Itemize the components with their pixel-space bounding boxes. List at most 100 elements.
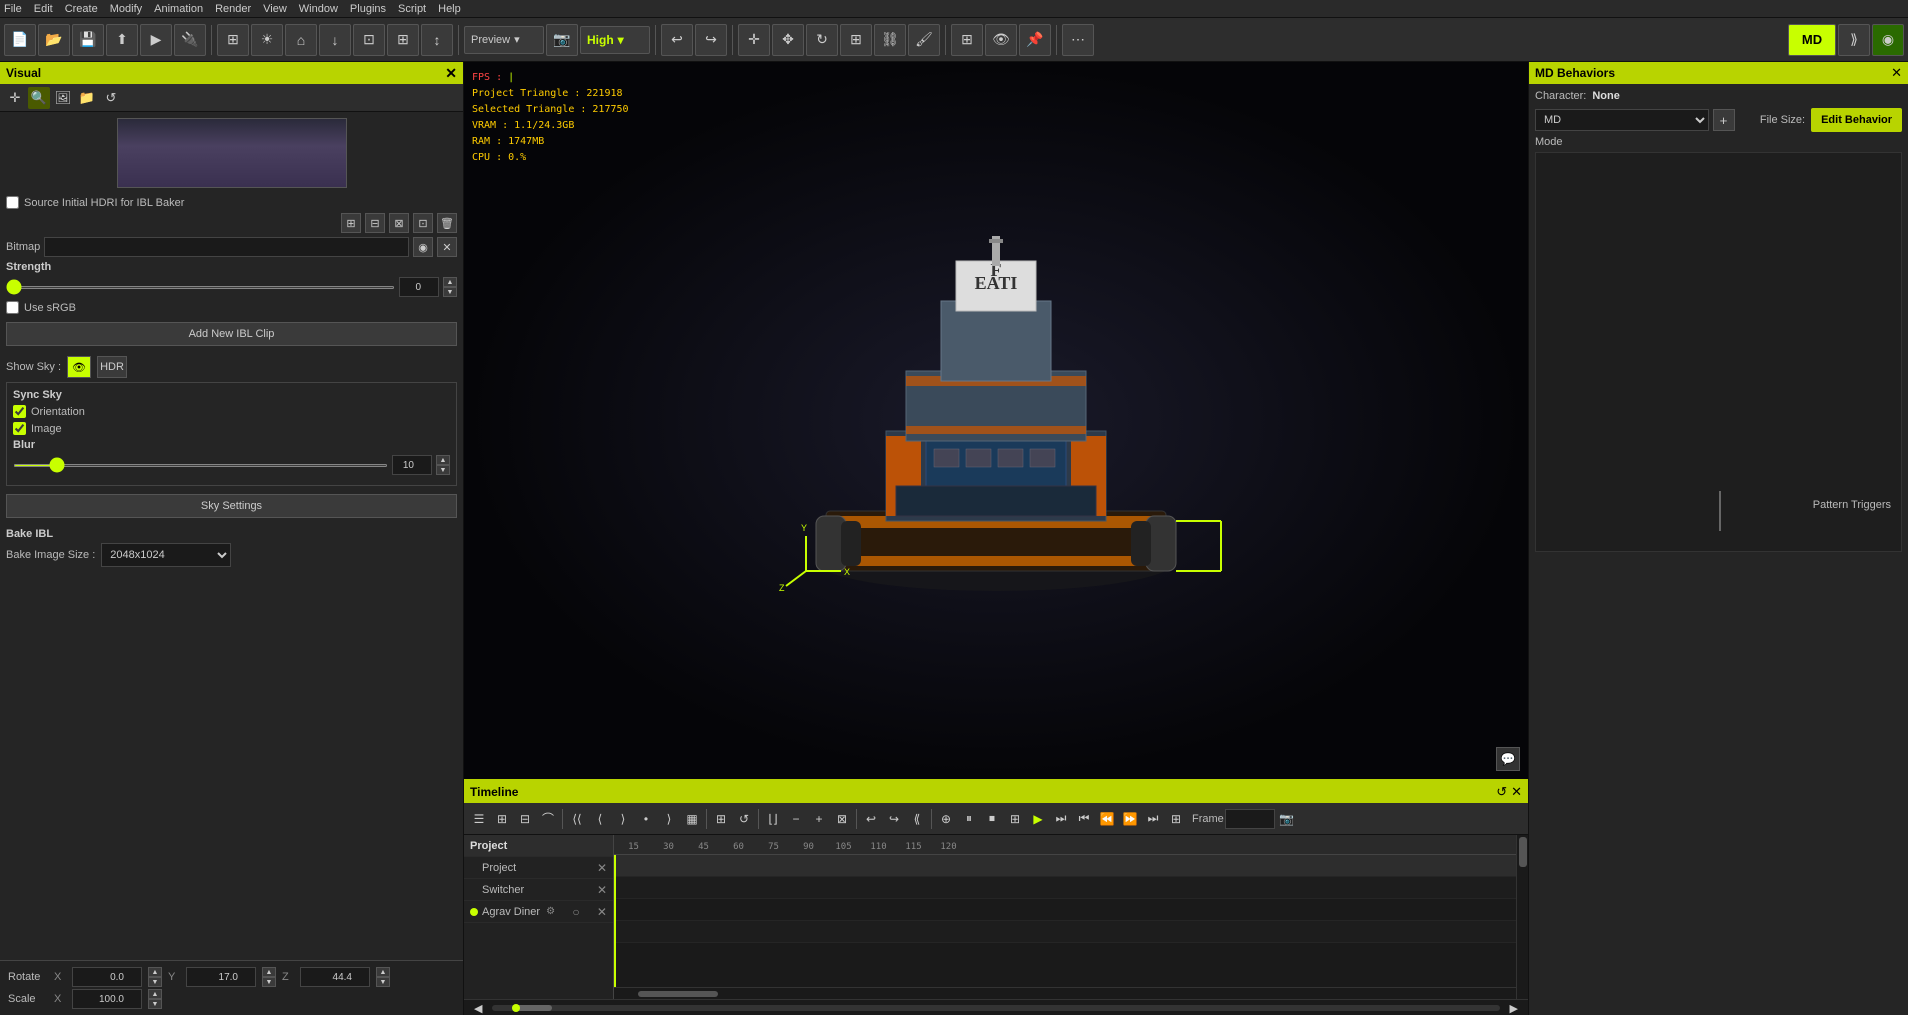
icon-btn-3[interactable]: ⊠	[389, 213, 409, 233]
strength-down[interactable]: ▼	[443, 287, 457, 297]
tl-add-key-btn[interactable]: ⟩	[612, 807, 634, 831]
tl-last-btn[interactable]: ⏭	[1142, 807, 1164, 831]
tl-redo-wave-btn[interactable]: ↪	[883, 807, 905, 831]
rotate-x-down[interactable]: ▼	[148, 977, 162, 987]
tl-dot-btn[interactable]: •	[635, 807, 657, 831]
menu-edit[interactable]: Edit	[34, 3, 53, 15]
tl-frame-in-btn[interactable]: ⌊⌋	[762, 807, 784, 831]
tl-rec2-btn[interactable]: ⊞	[1004, 807, 1026, 831]
tl-key-left-btn[interactable]: ⟨⟨	[566, 807, 588, 831]
tl-toggle-btn[interactable]: ☰	[468, 807, 490, 831]
undo-button[interactable]: ↩	[661, 24, 693, 56]
frame-button[interactable]: ⊡	[353, 24, 385, 56]
agrav-track-x1[interactable]: ○	[572, 905, 579, 919]
rotate-z-down[interactable]: ▼	[376, 977, 390, 987]
menu-window[interactable]: Window	[299, 3, 338, 15]
viewport[interactable]: EATI F X Y Z	[464, 62, 1528, 779]
tl-zoom-in-btn[interactable]: ⊕	[935, 807, 957, 831]
edit-behavior-btn[interactable]: Edit Behavior	[1811, 108, 1902, 132]
rotate-x-input[interactable]: 0.0	[72, 967, 142, 987]
project-track-close[interactable]: ✕	[597, 861, 607, 875]
preview-dropdown[interactable]: Preview ▾	[464, 26, 544, 54]
rotate-y-up[interactable]: ▲	[262, 967, 276, 977]
sun-button[interactable]: ☀	[251, 24, 283, 56]
menu-script[interactable]: Script	[398, 3, 426, 15]
import-button[interactable]: ⬆	[106, 24, 138, 56]
timeline-scrollbar[interactable]	[614, 987, 1516, 999]
rotate-tool-button[interactable]: ↻	[806, 24, 838, 56]
expand-panel-button[interactable]: ⟫	[1838, 24, 1870, 56]
tl-slow-btn[interactable]: ⏪	[1096, 807, 1118, 831]
tl-fast-btn[interactable]: ⏩	[1119, 807, 1141, 831]
scale-x-up[interactable]: ▲	[148, 989, 162, 999]
save-button[interactable]: 💾	[72, 24, 104, 56]
tl-rec-btn[interactable]: ⊞	[491, 807, 513, 831]
visual-image-btn[interactable]: 🖼	[52, 87, 74, 109]
tl-pause-btn[interactable]: ⏸	[958, 807, 980, 831]
visual-close-icon[interactable]: ✕	[445, 65, 457, 82]
menu-plugins[interactable]: Plugins	[350, 3, 386, 15]
bitmap-input[interactable]	[44, 237, 409, 257]
visual-search-btn[interactable]: 🔍	[28, 87, 50, 109]
agrav-track-close[interactable]: ✕	[597, 905, 607, 919]
menu-create[interactable]: Create	[65, 3, 98, 15]
visual-select-btn[interactable]: ✛	[4, 87, 26, 109]
redo-button[interactable]: ↪	[695, 24, 727, 56]
blur-slider[interactable]	[13, 464, 388, 467]
menu-animation[interactable]: Animation	[154, 3, 203, 15]
move-button[interactable]: ✥	[772, 24, 804, 56]
bottom-scroll-track[interactable]	[492, 1005, 1500, 1011]
menu-render[interactable]: Render	[215, 3, 251, 15]
scale-x-input[interactable]: 100.0	[72, 989, 142, 1009]
switcher-track-close[interactable]: ✕	[597, 883, 607, 897]
tl-play-btn[interactable]: ▶	[1027, 807, 1049, 831]
visual-refresh-btn[interactable]: ↺	[100, 87, 122, 109]
eye-button[interactable]: 👁	[985, 24, 1017, 56]
timeline-close-btn[interactable]: ✕	[1511, 784, 1522, 800]
menu-view[interactable]: View	[263, 3, 287, 15]
strength-slider[interactable]	[6, 286, 395, 289]
rotate-z-up[interactable]: ▲	[376, 967, 390, 977]
blur-down[interactable]: ▼	[436, 465, 450, 475]
expand-button[interactable]: ⊞	[387, 24, 419, 56]
usb-button[interactable]: 🔌	[174, 24, 206, 56]
select-button[interactable]: ✛	[738, 24, 770, 56]
down-button[interactable]: ↓	[319, 24, 351, 56]
tl-plus-btn[interactable]: +	[808, 807, 830, 831]
source-hdri-checkbox[interactable]	[6, 196, 19, 209]
orientation-checkbox[interactable]	[13, 405, 26, 418]
icon-btn-1[interactable]: ⊞	[341, 213, 361, 233]
camera-button[interactable]: 📷	[546, 24, 578, 56]
frame-input[interactable]	[1225, 809, 1275, 829]
sky-settings-btn[interactable]: Sky Settings	[6, 494, 457, 518]
image-checkbox[interactable]	[13, 422, 26, 435]
paint-button[interactable]: 🖌	[908, 24, 940, 56]
timeline-vscroll[interactable]	[1516, 835, 1528, 999]
tl-end-btn[interactable]: ⏭	[1050, 807, 1072, 831]
link-button[interactable]: ⛓	[874, 24, 906, 56]
timeline-scroll-thumb[interactable]	[638, 991, 718, 997]
tl-vscroll-thumb[interactable]	[1519, 837, 1527, 867]
open-button[interactable]: 📂	[38, 24, 70, 56]
strength-input[interactable]: 0	[399, 277, 439, 297]
icon-btn-2[interactable]: ⊟	[365, 213, 385, 233]
blur-input[interactable]: 10	[392, 455, 432, 475]
menu-file[interactable]: File	[4, 3, 22, 15]
show-sky-eye-btn[interactable]: 👁	[67, 356, 91, 378]
tl-collapse-btn[interactable]: ⟪	[906, 807, 928, 831]
tl-view-btn[interactable]: ⊞	[1165, 807, 1187, 831]
strength-up[interactable]: ▲	[443, 277, 457, 287]
blur-up[interactable]: ▲	[436, 455, 450, 465]
green-mode-button[interactable]: ◉	[1872, 24, 1904, 56]
md-add-btn[interactable]: +	[1713, 109, 1735, 131]
md-character-dropdown[interactable]: MD	[1535, 109, 1709, 131]
scroll-handle-circle[interactable]	[512, 1004, 520, 1012]
md-behaviors-close-btn[interactable]: ✕	[1891, 65, 1902, 81]
new-button[interactable]: 📄	[4, 24, 36, 56]
menu-modify[interactable]: Modify	[110, 3, 142, 15]
right-arrow-icon[interactable]: ▶	[1510, 1002, 1518, 1015]
icon-btn-5[interactable]: 🗑	[437, 213, 457, 233]
menu-help[interactable]: Help	[438, 3, 461, 15]
tl-next-key-btn[interactable]: ⟩	[658, 807, 680, 831]
tl-capture-btn[interactable]: 📷	[1276, 807, 1298, 831]
